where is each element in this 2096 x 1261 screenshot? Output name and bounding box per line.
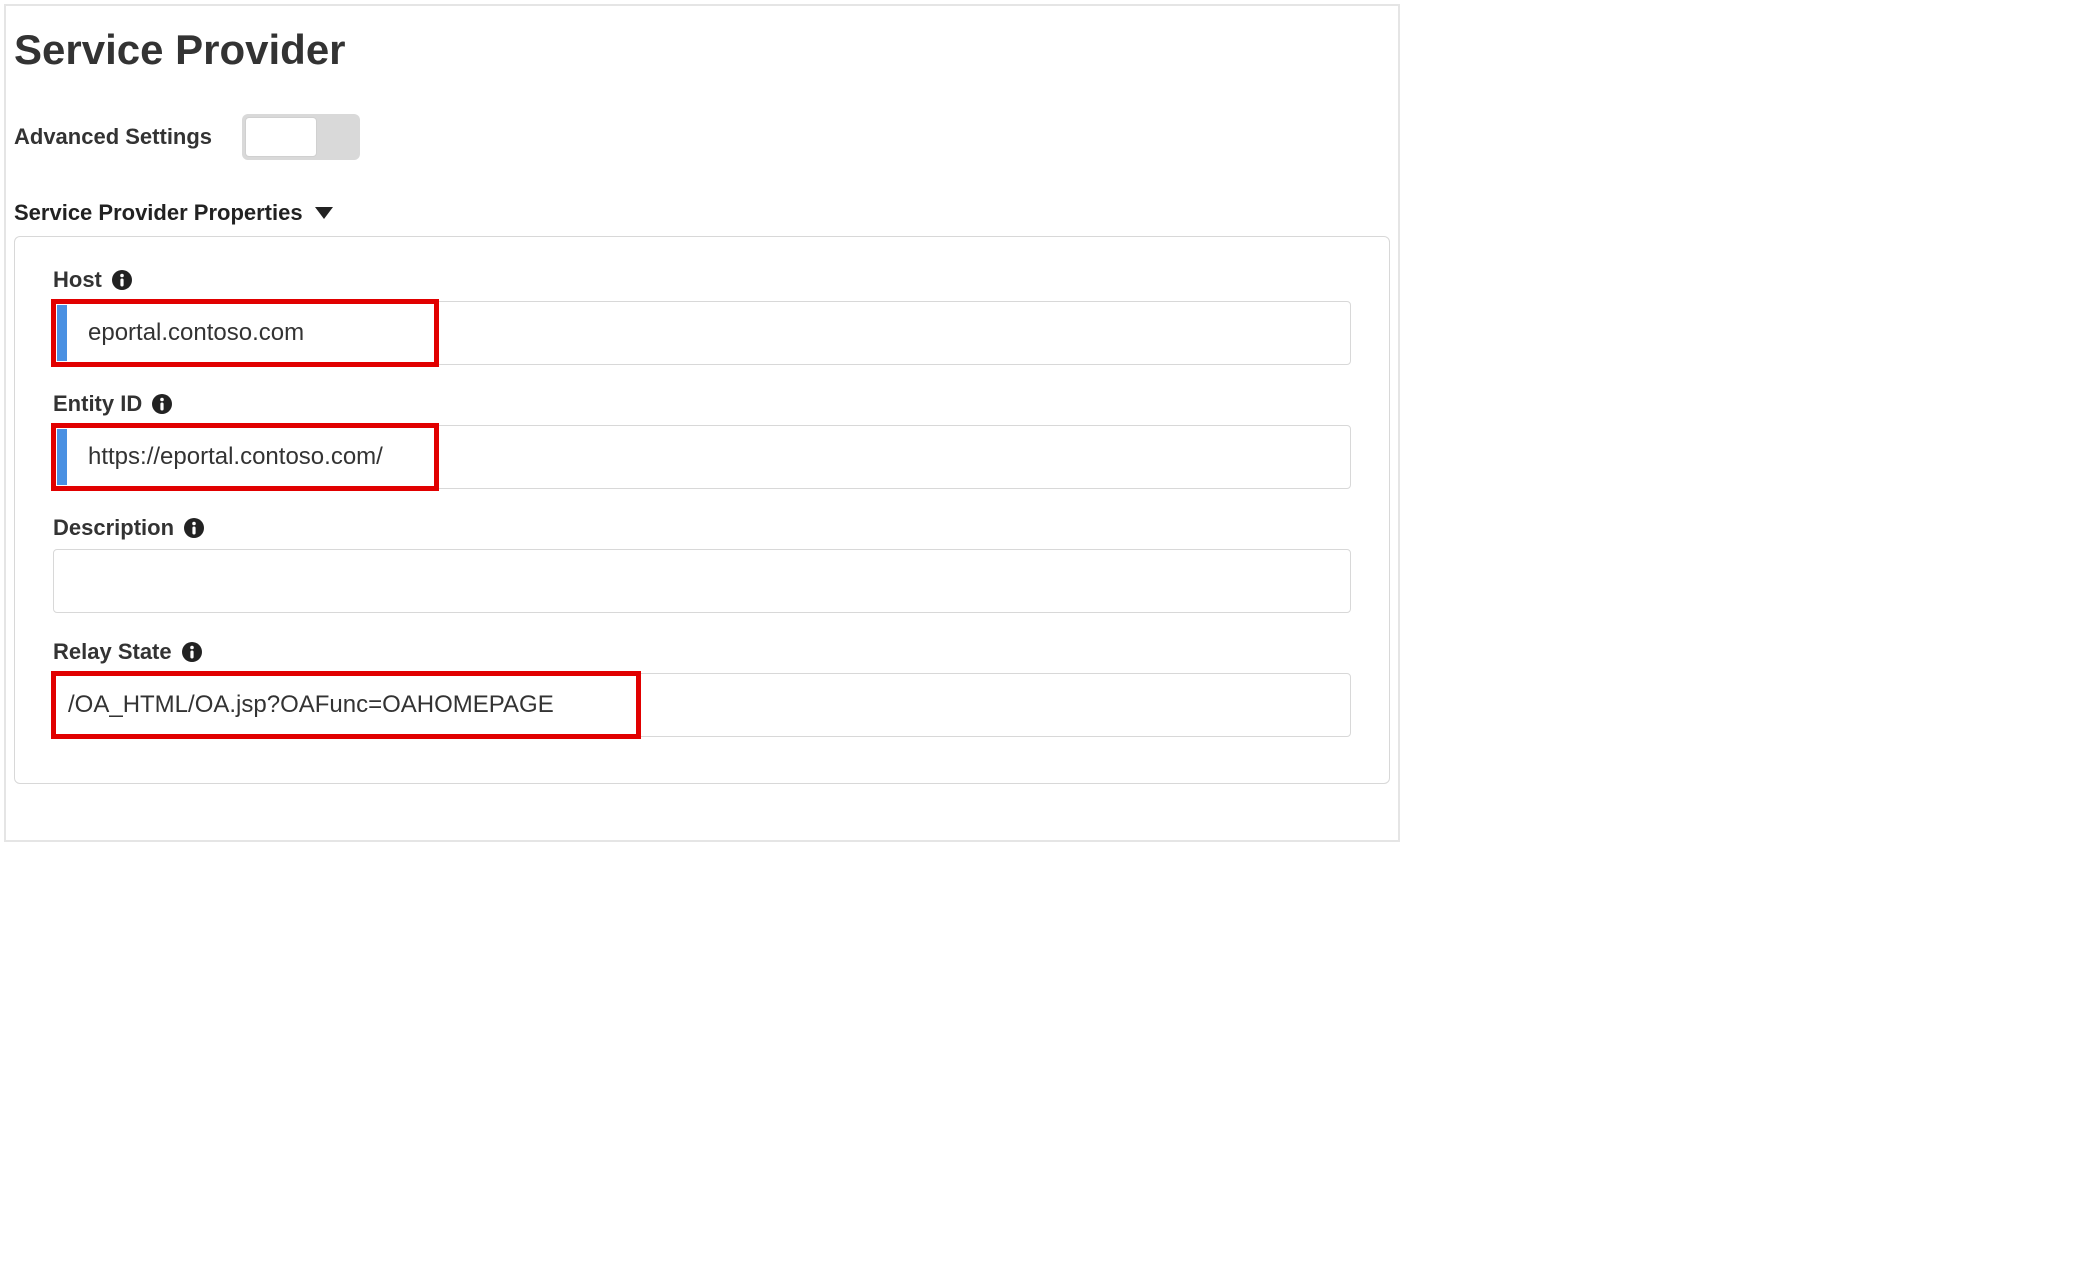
- field-host: Host: [53, 267, 1351, 365]
- toggle-knob: [245, 117, 317, 157]
- field-description: Description: [53, 515, 1351, 613]
- advanced-settings-label: Advanced Settings: [14, 124, 212, 150]
- service-provider-panel: Service Provider Advanced Settings Servi…: [4, 4, 1400, 842]
- info-icon[interactable]: [184, 518, 204, 538]
- section-title: Service Provider Properties: [14, 200, 303, 226]
- entity-id-input[interactable]: [53, 425, 1351, 489]
- field-entity-id: Entity ID: [53, 391, 1351, 489]
- info-icon[interactable]: [182, 642, 202, 662]
- properties-panel: Host Entity ID: [14, 236, 1390, 784]
- info-icon[interactable]: [152, 394, 172, 414]
- advanced-settings-toggle[interactable]: [242, 114, 360, 160]
- description-label: Description: [53, 515, 174, 541]
- relay-state-label: Relay State: [53, 639, 172, 665]
- host-label: Host: [53, 267, 102, 293]
- field-relay-state: Relay State: [53, 639, 1351, 737]
- info-icon[interactable]: [112, 270, 132, 290]
- description-input[interactable]: [53, 549, 1351, 613]
- section-header[interactable]: Service Provider Properties: [14, 200, 1398, 226]
- host-input[interactable]: [53, 301, 1351, 365]
- advanced-settings-row: Advanced Settings: [14, 114, 1398, 160]
- entity-id-label: Entity ID: [53, 391, 142, 417]
- relay-state-input[interactable]: [53, 673, 1351, 737]
- caret-down-icon: [315, 207, 333, 219]
- page-title: Service Provider: [14, 26, 1398, 74]
